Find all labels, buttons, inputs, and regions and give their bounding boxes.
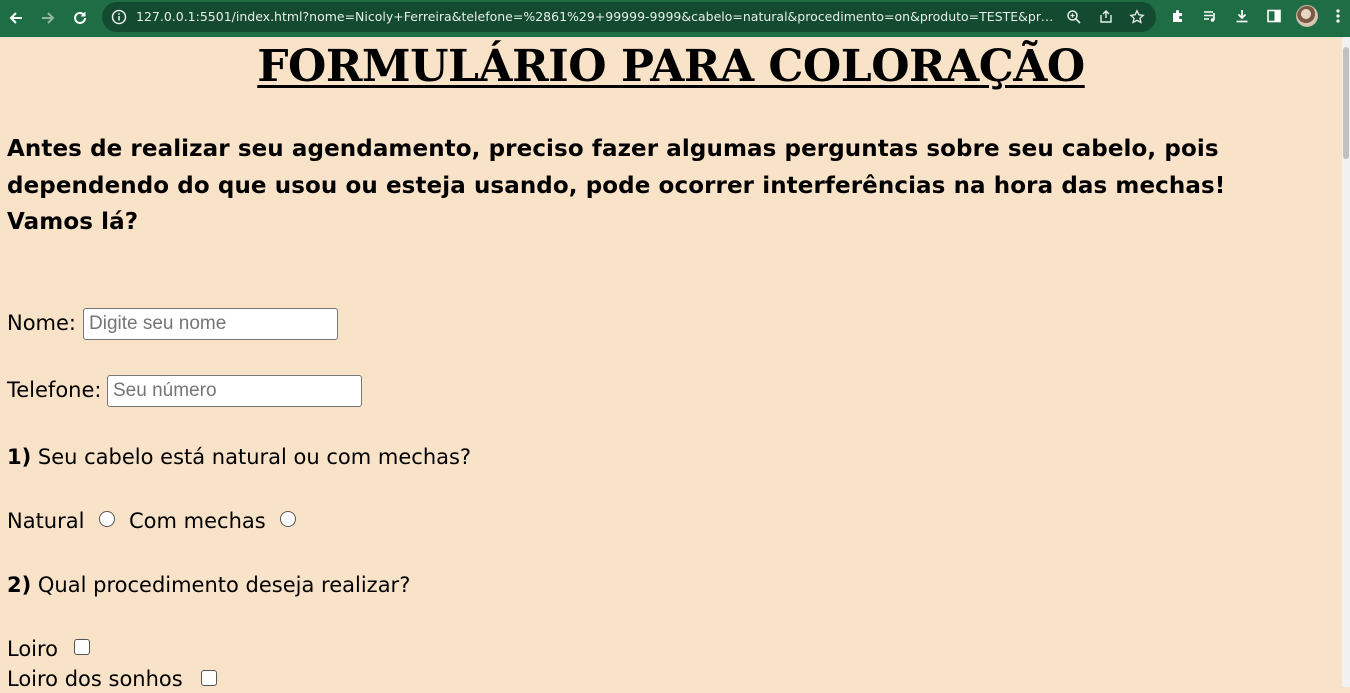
site-info-icon[interactable] [108, 6, 130, 28]
intro-text: Antes de realizar seu agendamento, preci… [7, 136, 1226, 235]
menu-kebab-icon[interactable] [1327, 5, 1349, 27]
browser-toolbar: 127.0.0.1:5501/index.html?nome=Nicoly+Fe… [0, 0, 1350, 37]
bookmark-star-icon[interactable] [1126, 6, 1148, 28]
question-1-number: 1) [7, 445, 32, 469]
option-loiro-dos-sonhos-label: Loiro dos sonhos [7, 667, 183, 691]
checkbox-loiro[interactable] [74, 639, 90, 655]
address-bar[interactable]: 127.0.0.1:5501/index.html?nome=Nicoly+Fe… [102, 2, 1156, 32]
nome-label: Nome: [7, 311, 77, 335]
share-icon[interactable] [1095, 6, 1117, 28]
url-text: 127.0.0.1:5501/index.html?nome=Nicoly+Fe… [136, 9, 1054, 24]
zoom-icon[interactable] [1063, 6, 1085, 28]
question-2: 2) Qual procedimento deseja realizar? [7, 571, 410, 599]
option-com-mechas-label: Com mechas [129, 509, 266, 533]
nome-input[interactable] [83, 308, 338, 340]
page-title: FORMULÁRIO PARA COLORAÇÃO [257, 41, 1085, 92]
question-1: 1) Seu cabelo está natural ou com mechas… [7, 443, 471, 471]
telefone-label: Telefone: [7, 378, 102, 402]
checkbox-loiro-dos-sonhos[interactable] [201, 670, 217, 686]
option-loiro-label: Loiro [7, 637, 59, 661]
option-natural-label: Natural [7, 509, 85, 533]
back-arrow-icon[interactable] [2, 4, 30, 32]
extensions-icon[interactable] [1167, 5, 1189, 27]
scrollbar-thumb[interactable] [1343, 47, 1349, 159]
radio-com-mechas[interactable] [280, 511, 296, 527]
profile-avatar[interactable] [1296, 5, 1318, 27]
download-icon[interactable] [1231, 5, 1253, 27]
question-2-number: 2) [7, 573, 32, 597]
media-control-icon[interactable] [1199, 5, 1221, 27]
page-scrollbar[interactable] [1342, 37, 1350, 687]
question-1-text: Seu cabelo está natural ou com mechas? [37, 445, 472, 469]
question-2-text: Qual procedimento deseja realizar? [37, 573, 411, 597]
telefone-input[interactable] [107, 375, 362, 407]
radio-natural[interactable] [99, 511, 115, 527]
side-panel-icon[interactable] [1263, 5, 1285, 27]
forward-arrow-icon[interactable] [34, 4, 62, 32]
reload-icon[interactable] [66, 4, 94, 32]
